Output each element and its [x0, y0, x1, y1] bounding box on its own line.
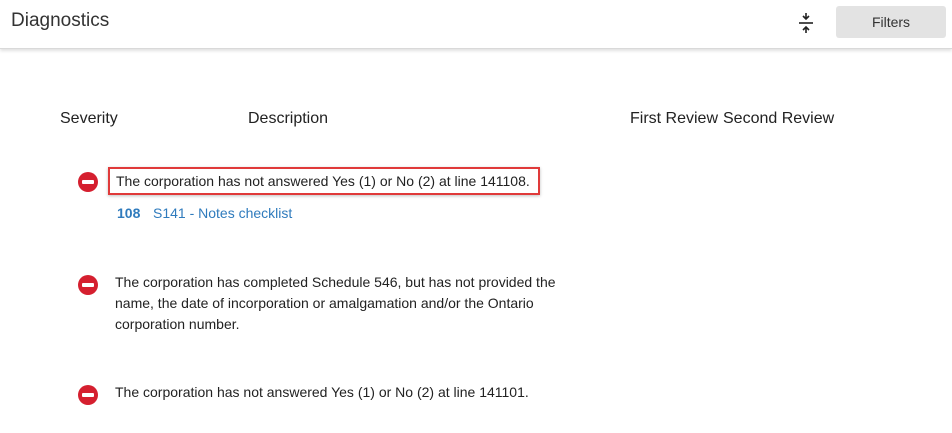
filters-button[interactable]: Filters	[836, 6, 946, 38]
error-stop-icon	[78, 385, 98, 405]
diagnostic-description: The corporation has not answered Yes (1)…	[115, 384, 529, 400]
top-bar: Diagnostics Filters	[0, 0, 952, 49]
diagnostic-description: The corporation has completed Schedule 5…	[115, 274, 556, 332]
column-header-first-review: First Review	[630, 110, 719, 127]
error-stop-icon	[78, 275, 98, 295]
page-title: Diagnostics	[11, 10, 110, 31]
collapse-vertical-icon	[799, 13, 813, 33]
column-header-second-review: Second Review	[723, 110, 835, 127]
column-header-description: Description	[248, 110, 329, 127]
schedule-link[interactable]: S141 - Notes checklist	[153, 205, 292, 221]
diagnostic-description-highlighted[interactable]: The corporation has not answered Yes (1)…	[108, 167, 540, 195]
collapse-button[interactable]	[793, 9, 819, 37]
column-header-severity: Severity	[60, 110, 118, 127]
error-stop-icon	[78, 172, 98, 192]
line-number-link[interactable]: 108	[117, 205, 140, 221]
